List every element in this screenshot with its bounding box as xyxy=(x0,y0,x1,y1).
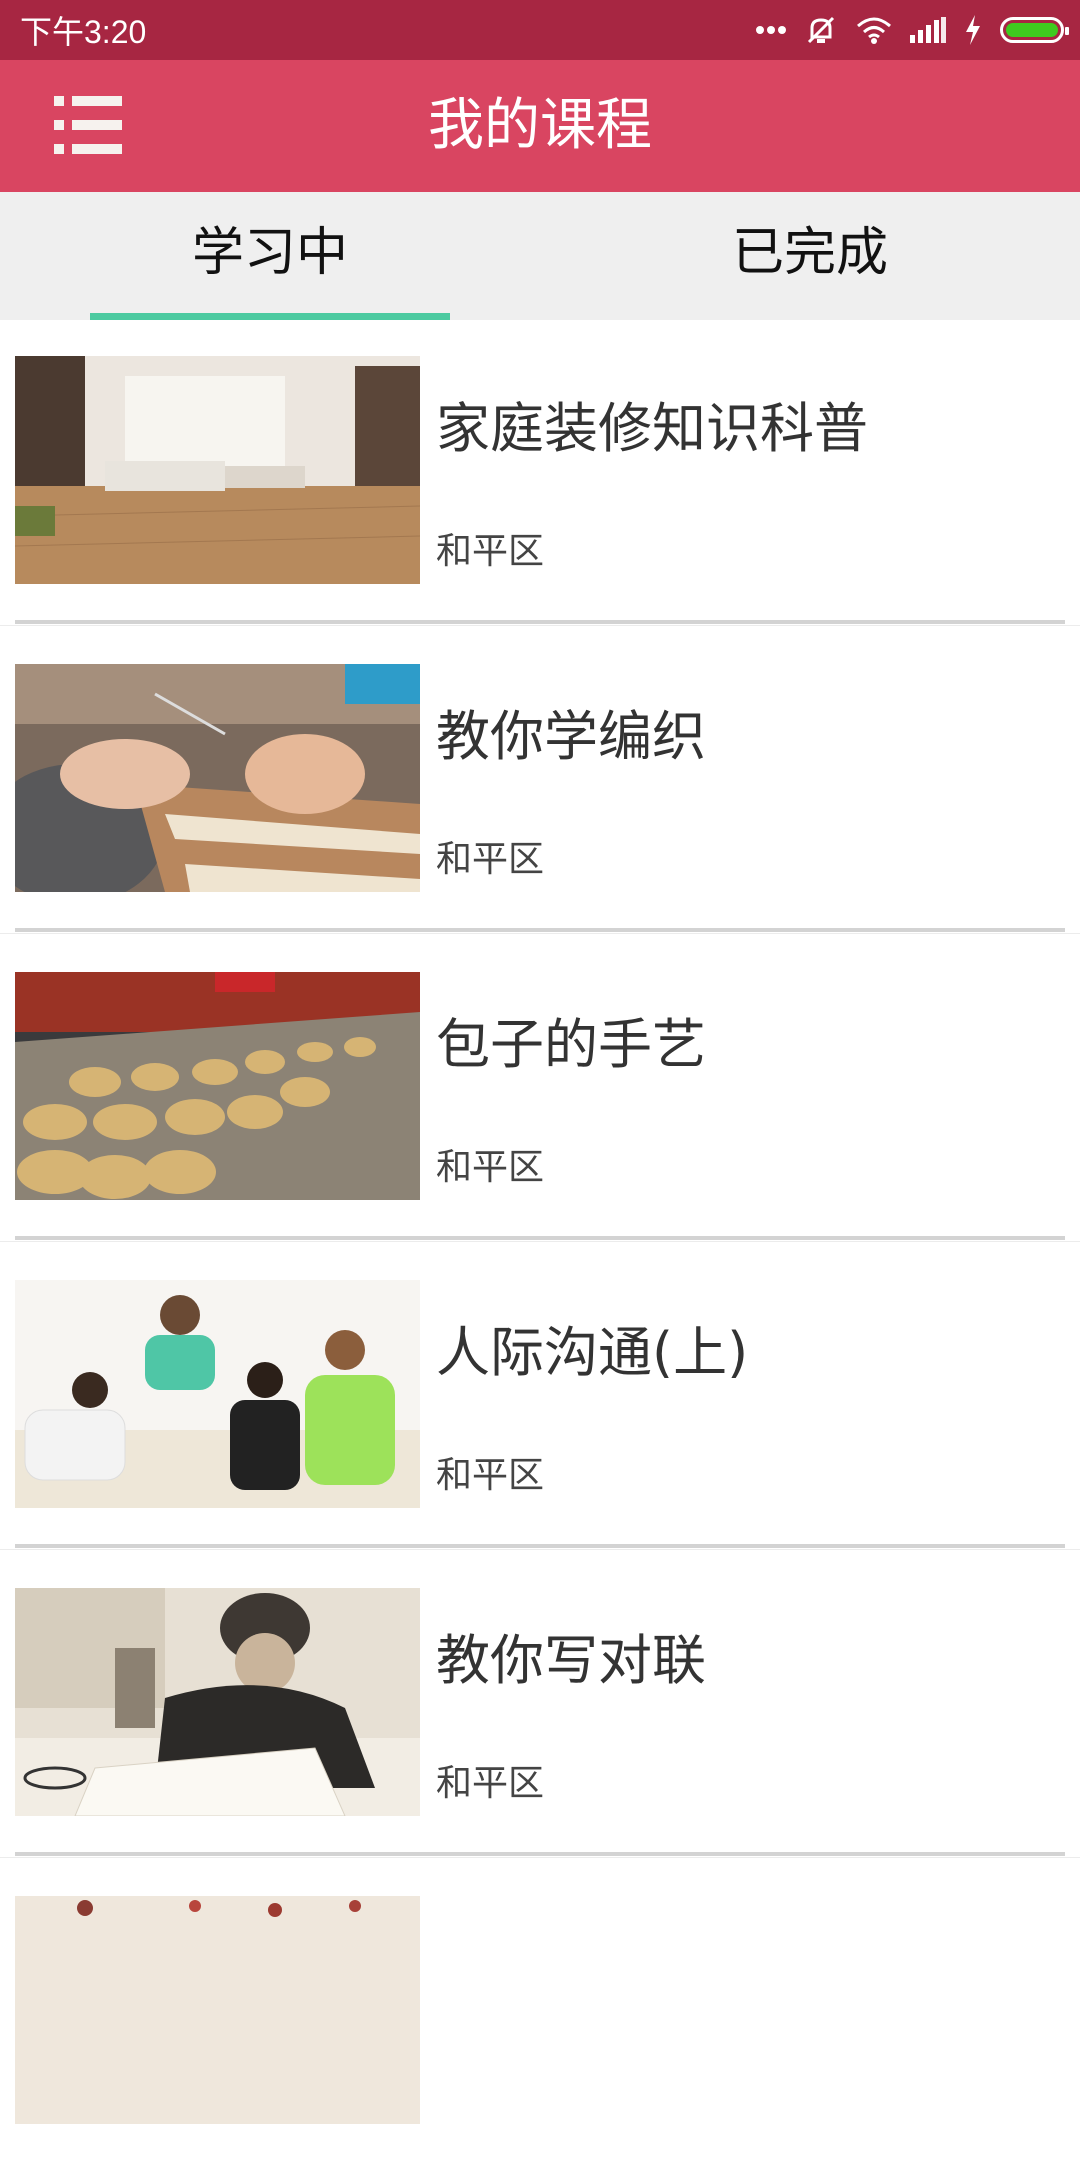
course-region: 和平区 xyxy=(436,531,545,572)
app-bar: 我的课程 xyxy=(0,60,1080,192)
writing-elder-photo xyxy=(15,1588,420,1816)
course-region: 和平区 xyxy=(436,839,545,880)
divider-line xyxy=(0,933,1080,934)
tab-bar: 学习中 已完成 xyxy=(0,192,1080,320)
divider-line xyxy=(0,1549,1080,1550)
course-item-partial[interactable] xyxy=(0,1860,1080,2168)
divider xyxy=(15,928,1065,932)
divider xyxy=(15,620,1065,624)
wifi-icon xyxy=(856,16,892,44)
course-title: 家庭装修知识科普 xyxy=(436,397,868,460)
course-item[interactable]: 包子的手艺 和平区 xyxy=(0,936,1080,1244)
battery-icon xyxy=(1000,17,1069,43)
knitting-photo xyxy=(15,664,420,892)
mute-icon xyxy=(804,13,838,47)
tab-learning[interactable]: 学习中 xyxy=(0,192,540,320)
living-room-photo xyxy=(15,356,420,584)
course-title: 教你学编织 xyxy=(436,705,706,768)
divider xyxy=(15,1852,1065,1856)
more-dots-icon xyxy=(756,25,786,35)
steamed-buns-photo xyxy=(15,972,420,1200)
status-time: 下午3:20 xyxy=(20,14,147,50)
group-conversation-photo xyxy=(15,1280,420,1508)
course-title: 包子的手艺 xyxy=(436,1013,706,1076)
course-item[interactable]: 人际沟通(上) 和平区 xyxy=(0,1244,1080,1552)
course-region: 和平区 xyxy=(436,1147,545,1188)
tab-completed[interactable]: 已完成 xyxy=(540,192,1080,320)
divider xyxy=(15,1544,1065,1548)
course-region: 和平区 xyxy=(436,1763,545,1804)
divider-line xyxy=(0,1241,1080,1242)
course-list: 家庭装修知识科普 和平区 教你学编织 和平区 包子的手艺 和平区 人际沟通(上)… xyxy=(0,320,1080,2168)
course-title: 教你写对联 xyxy=(436,1629,706,1692)
partial-course-photo xyxy=(15,1896,420,2124)
charging-icon xyxy=(964,15,982,45)
divider-line xyxy=(0,1857,1080,1858)
page-title: 我的课程 xyxy=(428,93,652,158)
course-item[interactable]: 教你写对联 和平区 xyxy=(0,1552,1080,1860)
course-region: 和平区 xyxy=(436,1455,545,1496)
tab-indicator xyxy=(90,313,450,320)
divider xyxy=(15,1236,1065,1240)
course-title: 人际沟通(上) xyxy=(436,1321,749,1384)
course-item[interactable]: 家庭装修知识科普 和平区 xyxy=(0,320,1080,628)
status-bar: 下午3:20 xyxy=(0,0,1080,60)
divider-line xyxy=(0,625,1080,626)
status-icons xyxy=(756,13,1069,47)
course-item[interactable]: 教你学编织 和平区 xyxy=(0,628,1080,936)
signal-icon xyxy=(910,17,946,43)
